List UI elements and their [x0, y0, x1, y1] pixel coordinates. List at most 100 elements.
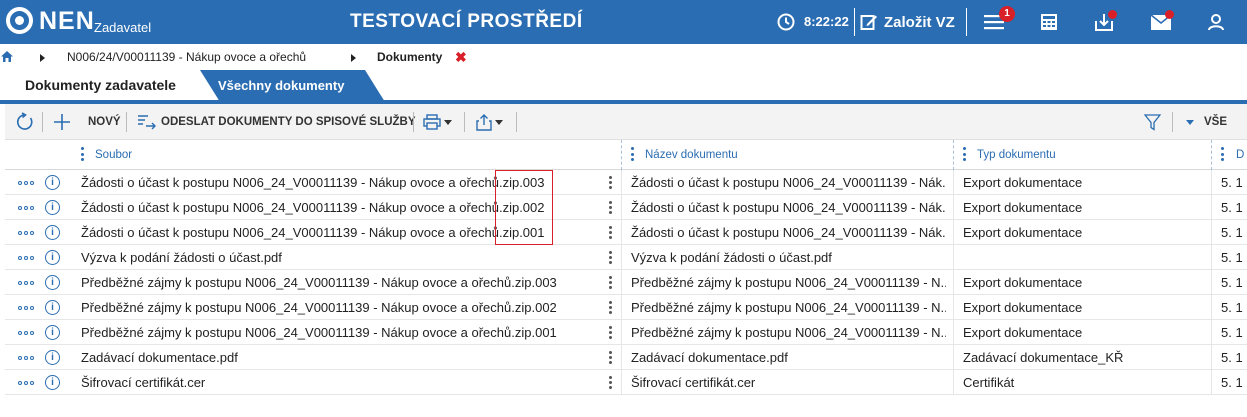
create-tender-button[interactable]: Založit VZ	[860, 0, 955, 44]
user-icon[interactable]	[1204, 10, 1228, 34]
row-menu-icon[interactable]	[609, 201, 612, 214]
column-menu-icon[interactable]	[963, 147, 966, 163]
date-cell: 5. 1	[1221, 175, 1243, 190]
document-type-cell: Export dokumentace	[963, 275, 1083, 290]
logo-subtitle: Zadavatel	[94, 20, 152, 35]
row-actions-icon[interactable]	[18, 181, 34, 185]
filter-button[interactable]	[1144, 104, 1161, 140]
table-row[interactable]: i Žádosti o účast k postupu N006_24_V0001…	[5, 220, 1247, 245]
home-icon[interactable]	[1, 51, 13, 62]
column-header-date[interactable]: D	[1236, 140, 1244, 170]
table-row[interactable]: i Žádosti o účast k postupu N006_24_V0001…	[5, 195, 1247, 220]
info-icon[interactable]: i	[45, 275, 60, 290]
info-icon[interactable]: i	[45, 175, 60, 190]
document-type-cell	[963, 245, 1203, 270]
column-separator[interactable]	[1211, 140, 1212, 170]
info-icon[interactable]: i	[45, 250, 60, 265]
info-icon[interactable]: i	[45, 200, 60, 215]
info-icon[interactable]: i	[45, 225, 60, 240]
table-row[interactable]: i Předběžné zájmy k postupu N006_24_V0001…	[5, 270, 1247, 295]
divider	[42, 112, 43, 132]
calculator-icon[interactable]	[1037, 10, 1061, 34]
row-actions-icon[interactable]	[18, 306, 34, 310]
row-menu-icon[interactable]	[609, 376, 612, 389]
breadcrumb-item-procedure[interactable]: N006/24/V00011139 - Nákup ovoce a ořechů	[67, 50, 306, 64]
document-name-cell: Předběžné zájmy k postupu N006_24_V00011…	[631, 325, 946, 340]
filter-scope-dropdown[interactable]: VŠE	[1183, 104, 1227, 140]
date-cell: 5. 1	[1221, 250, 1243, 265]
row-menu-icon[interactable]	[609, 351, 612, 364]
column-menu-icon[interactable]	[1221, 147, 1224, 163]
info-icon[interactable]: i	[45, 350, 60, 365]
column-separator[interactable]	[953, 140, 954, 170]
table-row[interactable]: i Šifrovací certifikát.cer Šifrovací certi…	[5, 370, 1247, 395]
column-header-file[interactable]: Soubor	[95, 140, 132, 170]
document-name-cell: Žádosti o účast k postupu N006_24_V00011…	[631, 175, 946, 190]
inbox-alert-dot	[1108, 10, 1117, 19]
breadcrumb: N006/24/V00011139 - Nákup ovoce a ořechů…	[0, 46, 1247, 68]
chevron-down-icon	[444, 119, 452, 125]
row-menu-icon[interactable]	[609, 226, 612, 239]
new-button[interactable]: NOVÝ	[53, 104, 121, 140]
edit-icon	[860, 15, 877, 30]
row-actions-icon[interactable]	[18, 356, 34, 360]
close-icon[interactable]: ✖	[455, 49, 467, 66]
print-menu-button[interactable]	[423, 104, 452, 140]
refresh-icon	[17, 112, 33, 130]
info-icon[interactable]: i	[45, 375, 60, 390]
clock-icon	[777, 13, 795, 31]
column-divider	[953, 170, 954, 395]
row-actions-icon[interactable]	[18, 256, 34, 260]
table-row[interactable]: i Výzva k podání žádosti o účast.pdf Výzva…	[5, 245, 1247, 270]
document-name-cell: Zadávací dokumentace.pdf	[631, 350, 788, 365]
file-cell[interactable]: Předběžné zájmy k postupu N006_24_V00011…	[81, 320, 601, 345]
row-actions-icon[interactable]	[18, 281, 34, 285]
row-actions-icon[interactable]	[18, 381, 34, 385]
date-cell: 5. 1	[1221, 275, 1243, 290]
row-menu-icon[interactable]	[609, 176, 612, 189]
date-cell: 5. 1	[1221, 325, 1243, 340]
column-divider	[621, 170, 622, 395]
file-cell[interactable]: Výzva k podání žádosti o účast.pdf	[81, 245, 601, 270]
tab-contracting-authority-documents[interactable]: Dokumenty zadavatele	[10, 70, 200, 102]
nen-logo[interactable]: NEN	[6, 7, 95, 39]
row-menu-icon[interactable]	[609, 251, 612, 264]
column-menu-icon[interactable]	[631, 147, 634, 163]
file-cell[interactable]: Zadávací dokumentace.pdf	[81, 345, 601, 370]
document-type-cell: Zadávací dokumentace_KŘ	[963, 350, 1124, 365]
date-cell: 5. 1	[1221, 375, 1243, 390]
file-cell[interactable]: Šifrovací certifikát.cer	[81, 370, 601, 395]
row-actions-icon[interactable]	[18, 331, 34, 335]
row-menu-icon[interactable]	[609, 326, 612, 339]
divider	[1172, 112, 1173, 132]
column-menu-icon[interactable]	[81, 147, 84, 163]
info-icon[interactable]: i	[45, 300, 60, 315]
export-menu-button[interactable]	[476, 104, 503, 140]
table-row[interactable]: i Žádosti o účast k postupu N006_24_V0001…	[5, 170, 1247, 195]
chevron-down-icon	[1186, 119, 1194, 125]
document-type-cell: Export dokumentace	[963, 200, 1083, 215]
date-cell: 5. 1	[1221, 300, 1243, 315]
table-row[interactable]: i Předběžné zájmy k postupu N006_24_V0001…	[5, 295, 1247, 320]
row-actions-icon[interactable]	[18, 231, 34, 235]
tab-all-documents[interactable]: Všechny dokumenty	[200, 70, 385, 102]
filter-icon	[1144, 113, 1161, 131]
table-row[interactable]: i Zadávací dokumentace.pdf Zadávací dokume…	[5, 345, 1247, 370]
divider	[966, 8, 967, 36]
row-menu-icon[interactable]	[609, 301, 612, 314]
file-cell[interactable]: Předběžné zájmy k postupu N006_24_V00011…	[81, 270, 601, 295]
column-header-document-type[interactable]: Typ dokumentu	[977, 140, 1056, 170]
column-header-document-name[interactable]: Název dokumentu	[645, 140, 738, 170]
info-icon[interactable]: i	[45, 325, 60, 340]
refresh-button[interactable]	[15, 104, 35, 140]
toolbar: NOVÝ ODESLAT DOKUMENTY DO SPISOVÉ SLUŽBY…	[5, 104, 1247, 140]
tab-bar: Dokumenty zadavatele Všechny dokumenty	[0, 70, 1247, 102]
file-cell[interactable]: Předběžné zájmy k postupu N006_24_V00011…	[81, 295, 601, 320]
table-row[interactable]: i Předběžné zájmy k postupu N006_24_V0001…	[5, 320, 1247, 345]
send-to-records-button[interactable]: ODESLAT DOKUMENTY DO SPISOVÉ SLUŽBY	[137, 104, 416, 140]
column-separator[interactable]	[621, 140, 622, 170]
document-type-cell: Export dokumentace	[963, 300, 1083, 315]
row-actions-icon[interactable]	[18, 206, 34, 210]
column-divider	[1211, 170, 1212, 395]
row-menu-icon[interactable]	[609, 276, 612, 289]
